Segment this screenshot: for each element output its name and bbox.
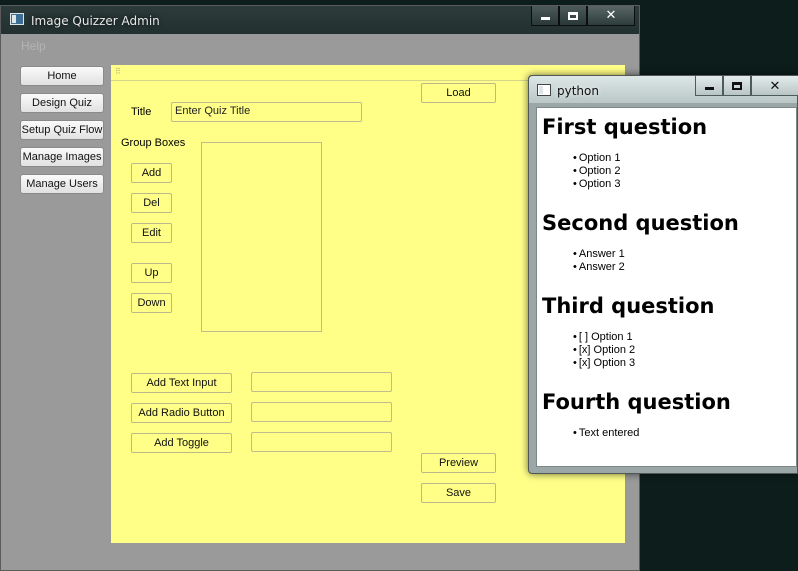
close-button[interactable]: ✕ [587,6,635,26]
list-item: Text entered [573,427,640,440]
python-title-bar[interactable]: python ✕ [529,76,798,103]
question-options: Option 1 Option 2 Option 3 [573,152,621,191]
list-item: [x] Option 2 [573,344,635,357]
python-maximize-button[interactable] [723,76,751,96]
list-item: Answer 1 [573,248,625,261]
python-window-title: python [557,84,599,98]
question-heading: Second question [542,211,739,235]
list-item: [x] Option 3 [573,357,635,370]
question-options: Text entered [573,427,640,440]
quiz-preview-content: First question Option 1 Option 2 Option … [536,107,797,467]
quiz-title-input[interactable]: Enter Quiz Title [171,102,362,122]
main-title-bar[interactable]: Image Quizzer Admin ✕ [1,6,639,34]
question-heading: First question [542,115,708,139]
menu-help[interactable]: Help [21,39,46,53]
save-button[interactable]: Save [421,483,496,503]
minimize-button[interactable] [531,6,559,26]
text-input-field[interactable] [251,372,392,392]
list-item: [ ] Option 1 [573,331,635,344]
delete-group-button[interactable]: Del [131,193,172,213]
manage-users-button[interactable]: Manage Users [20,174,104,194]
maximize-icon [568,11,578,20]
design-quiz-button[interactable]: Design Quiz [20,93,104,113]
minimize-icon [704,87,714,90]
close-icon: ✕ [769,78,781,93]
menu-bar: Help [9,34,631,58]
add-group-button[interactable]: Add [131,163,172,183]
python-close-button[interactable]: ✕ [751,76,798,96]
close-icon: ✕ [605,8,617,23]
toggle-field[interactable] [251,432,392,452]
list-item: Option 2 [573,165,621,178]
python-preview-window: python ✕ First question Option 1 Option … [528,75,798,474]
question-options: [ ] Option 1 [x] Option 2 [x] Option 3 [573,331,635,370]
title-label: Title [131,106,152,118]
question-heading: Fourth question [542,390,731,414]
maximize-button[interactable] [559,6,587,26]
edit-group-button[interactable]: Edit [131,223,172,243]
setup-quiz-flow-button[interactable]: Setup Quiz Flow [20,120,104,140]
load-button[interactable]: Load [421,83,496,103]
list-item: Option 1 [573,152,621,165]
minimize-icon [540,17,550,20]
add-toggle-button[interactable]: Add Toggle [131,433,232,453]
list-item: Answer 2 [573,261,625,274]
python-minimize-button[interactable] [695,76,723,96]
home-button[interactable]: Home [20,66,104,86]
main-window-title: Image Quizzer Admin [31,14,160,28]
group-boxes-label: Group Boxes [121,137,186,149]
preview-button[interactable]: Preview [421,453,496,473]
move-up-button[interactable]: Up [131,263,172,283]
group-boxes-list[interactable] [201,142,322,332]
panel-grip-handle[interactable]: ⠿ [115,67,121,76]
add-text-input-button[interactable]: Add Text Input [131,373,232,393]
move-down-button[interactable]: Down [131,293,172,313]
python-window-icon [537,84,551,96]
maximize-icon [732,81,742,90]
manage-images-button[interactable]: Manage Images [20,147,104,167]
add-radio-button-button[interactable]: Add Radio Button [131,403,232,423]
radio-button-field[interactable] [251,402,392,422]
question-options: Answer 1 Answer 2 [573,248,625,274]
question-heading: Third question [542,294,715,318]
app-window-icon [10,13,24,25]
list-item: Option 3 [573,178,621,191]
